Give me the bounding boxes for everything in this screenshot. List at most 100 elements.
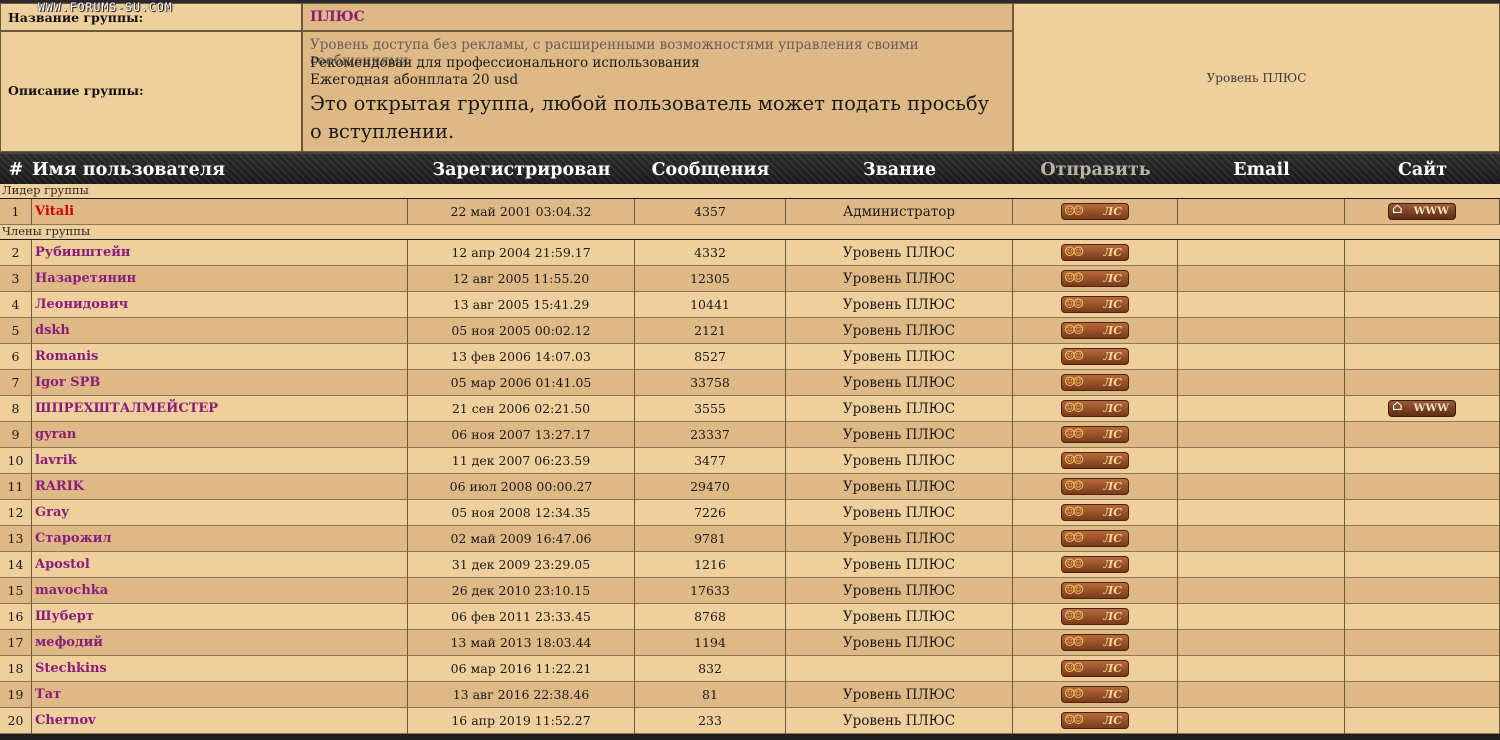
- row-posts: 1216: [635, 552, 786, 578]
- row-registered: 06 мар 2016 11:22.21: [408, 656, 635, 682]
- row-registered: 06 фев 2011 23:33.45: [408, 604, 635, 630]
- row-registered: 06 ноя 2007 13:27.17: [408, 422, 635, 448]
- row-site-cell: ⌂ WWW: [1345, 199, 1500, 225]
- private-message-button[interactable]: ☺☺ ЛС: [1061, 503, 1129, 521]
- row-send-cell: ☺☺ ЛС: [1013, 578, 1178, 604]
- private-message-button[interactable]: ☺☺ ЛС: [1061, 711, 1129, 729]
- table-row: 7 Igor SPB 05 мар 2006 01:41.05 33758 Уровен…: [0, 370, 1500, 396]
- private-message-button[interactable]: ☺☺ ЛС: [1061, 607, 1129, 625]
- table-row: 2 Рубинштейн 12 апр 2004 21:59.17 4332 Урове…: [0, 240, 1500, 266]
- website-button[interactable]: ⌂ WWW: [1388, 398, 1456, 417]
- table-row: 11 RARIK 06 июл 2008 00:00.27 29470 Уровень …: [0, 474, 1500, 500]
- private-message-button[interactable]: ☺☺ ЛС: [1061, 685, 1129, 703]
- row-username[interactable]: Stechkins: [32, 656, 408, 682]
- row-rank: Уровень ПЛЮС: [786, 682, 1013, 708]
- pm-label: ЛС: [1103, 531, 1122, 545]
- pm-label: ЛС: [1103, 323, 1122, 337]
- group-name: ПЛЮС: [310, 9, 365, 25]
- row-number: 15: [0, 578, 32, 604]
- private-message-button[interactable]: ☺☺ ЛС: [1061, 373, 1129, 391]
- row-username[interactable]: Apostol: [32, 552, 408, 578]
- table-row: 5 dskh 05 ноя 2005 00:02.12 2121 Уровень ПЛЮ…: [0, 318, 1500, 344]
- row-username[interactable]: мефодий: [32, 630, 408, 656]
- header-username[interactable]: Имя пользователя: [32, 154, 408, 186]
- row-posts: 33758: [635, 370, 786, 396]
- row-username[interactable]: Шуберт: [32, 604, 408, 630]
- row-registered: 11 дек 2007 06:23.59: [408, 448, 635, 474]
- row-username[interactable]: lavrik: [32, 448, 408, 474]
- row-number: 9: [0, 422, 32, 448]
- private-message-button[interactable]: ☺☺ ЛС: [1061, 477, 1129, 495]
- private-message-button[interactable]: ☺☺ ЛС: [1061, 659, 1129, 677]
- row-number: 17: [0, 630, 32, 656]
- row-username[interactable]: Старожил: [32, 526, 408, 552]
- private-message-button[interactable]: ☺☺ ЛС: [1061, 399, 1129, 417]
- row-username[interactable]: gyran: [32, 422, 408, 448]
- row-send-cell: ☺☺ ЛС: [1013, 474, 1178, 500]
- row-username[interactable]: Назаретянин: [32, 266, 408, 292]
- row-number: 4: [0, 292, 32, 318]
- pm-label: ЛС: [1103, 204, 1122, 218]
- private-message-button[interactable]: ☺☺ ЛС: [1061, 633, 1129, 651]
- users-icon: ☺☺: [1064, 270, 1084, 286]
- row-email-cell: [1178, 682, 1345, 708]
- row-username[interactable]: Gray: [32, 500, 408, 526]
- private-message-button[interactable]: ☺☺ ЛС: [1061, 555, 1129, 573]
- row-username[interactable]: Igor SPB: [32, 370, 408, 396]
- row-send-cell: ☺☺ ЛС: [1013, 266, 1178, 292]
- row-site-cell: [1345, 318, 1500, 344]
- header-send: Отправить: [1040, 160, 1151, 180]
- private-message-button[interactable]: ☺☺ ЛС: [1061, 321, 1129, 339]
- row-email-cell: [1178, 448, 1345, 474]
- group-description-line3: Ежегодная абонплата 20 usd: [310, 72, 519, 88]
- row-username[interactable]: ШПРЕХШТАЛМЕЙСТЕР: [32, 396, 408, 422]
- pm-label: ЛС: [1103, 635, 1122, 649]
- private-message-button[interactable]: ☺☺ ЛС: [1061, 451, 1129, 469]
- row-posts: 29470: [635, 474, 786, 500]
- row-number: 18: [0, 656, 32, 682]
- row-registered: 13 май 2013 18:03.44: [408, 630, 635, 656]
- row-username[interactable]: Vitali: [32, 199, 408, 225]
- row-number: 6: [0, 344, 32, 370]
- private-message-button[interactable]: ☺☺ ЛС: [1061, 425, 1129, 443]
- pm-label: ЛС: [1103, 479, 1122, 493]
- row-username[interactable]: RARIK: [32, 474, 408, 500]
- row-posts: 7226: [635, 500, 786, 526]
- website-button[interactable]: ⌂ WWW: [1388, 201, 1456, 220]
- row-username[interactable]: mavochka: [32, 578, 408, 604]
- row-site-cell: [1345, 578, 1500, 604]
- private-message-button[interactable]: ☺☺ ЛС: [1061, 295, 1129, 313]
- users-icon: ☺☺: [1064, 452, 1084, 468]
- row-username[interactable]: dskh: [32, 318, 408, 344]
- pm-label: ЛС: [1103, 713, 1122, 727]
- users-icon: ☺☺: [1064, 322, 1084, 338]
- row-send-cell: ☺☺ ЛС: [1013, 199, 1178, 225]
- private-message-button[interactable]: ☺☺ ЛС: [1061, 347, 1129, 365]
- pm-label: ЛС: [1103, 505, 1122, 519]
- row-username[interactable]: Chernov: [32, 708, 408, 734]
- row-rank: Уровень ПЛЮС: [786, 370, 1013, 396]
- private-message-button[interactable]: ☺☺ ЛС: [1061, 529, 1129, 547]
- private-message-button[interactable]: ☺☺ ЛС: [1061, 202, 1129, 220]
- row-username[interactable]: Romanis: [32, 344, 408, 370]
- row-number: 3: [0, 266, 32, 292]
- row-email-cell: [1178, 396, 1345, 422]
- row-registered: 16 апр 2019 11:52.27: [408, 708, 635, 734]
- row-rank: Уровень ПЛЮС: [786, 526, 1013, 552]
- watermark: WWW.FORUMS-SU.COM: [38, 0, 173, 14]
- row-send-cell: ☺☺ ЛС: [1013, 422, 1178, 448]
- private-message-button[interactable]: ☺☺ ЛС: [1061, 269, 1129, 287]
- row-username[interactable]: Леонидович: [32, 292, 408, 318]
- header-posts[interactable]: Сообщения: [635, 154, 786, 186]
- header-registered[interactable]: Зарегистрирован: [408, 154, 635, 186]
- private-message-button[interactable]: ☺☺ ЛС: [1061, 243, 1129, 261]
- row-username[interactable]: Тат: [32, 682, 408, 708]
- private-message-button[interactable]: ☺☺ ЛС: [1061, 581, 1129, 599]
- row-rank: Уровень ПЛЮС: [786, 630, 1013, 656]
- row-rank: Уровень ПЛЮС: [786, 578, 1013, 604]
- row-username[interactable]: Рубинштейн: [32, 240, 408, 266]
- row-site-cell: [1345, 500, 1500, 526]
- users-icon: ☺☺: [1064, 374, 1084, 390]
- row-send-cell: ☺☺ ЛС: [1013, 500, 1178, 526]
- row-registered: 21 сен 2006 02:21.50: [408, 396, 635, 422]
